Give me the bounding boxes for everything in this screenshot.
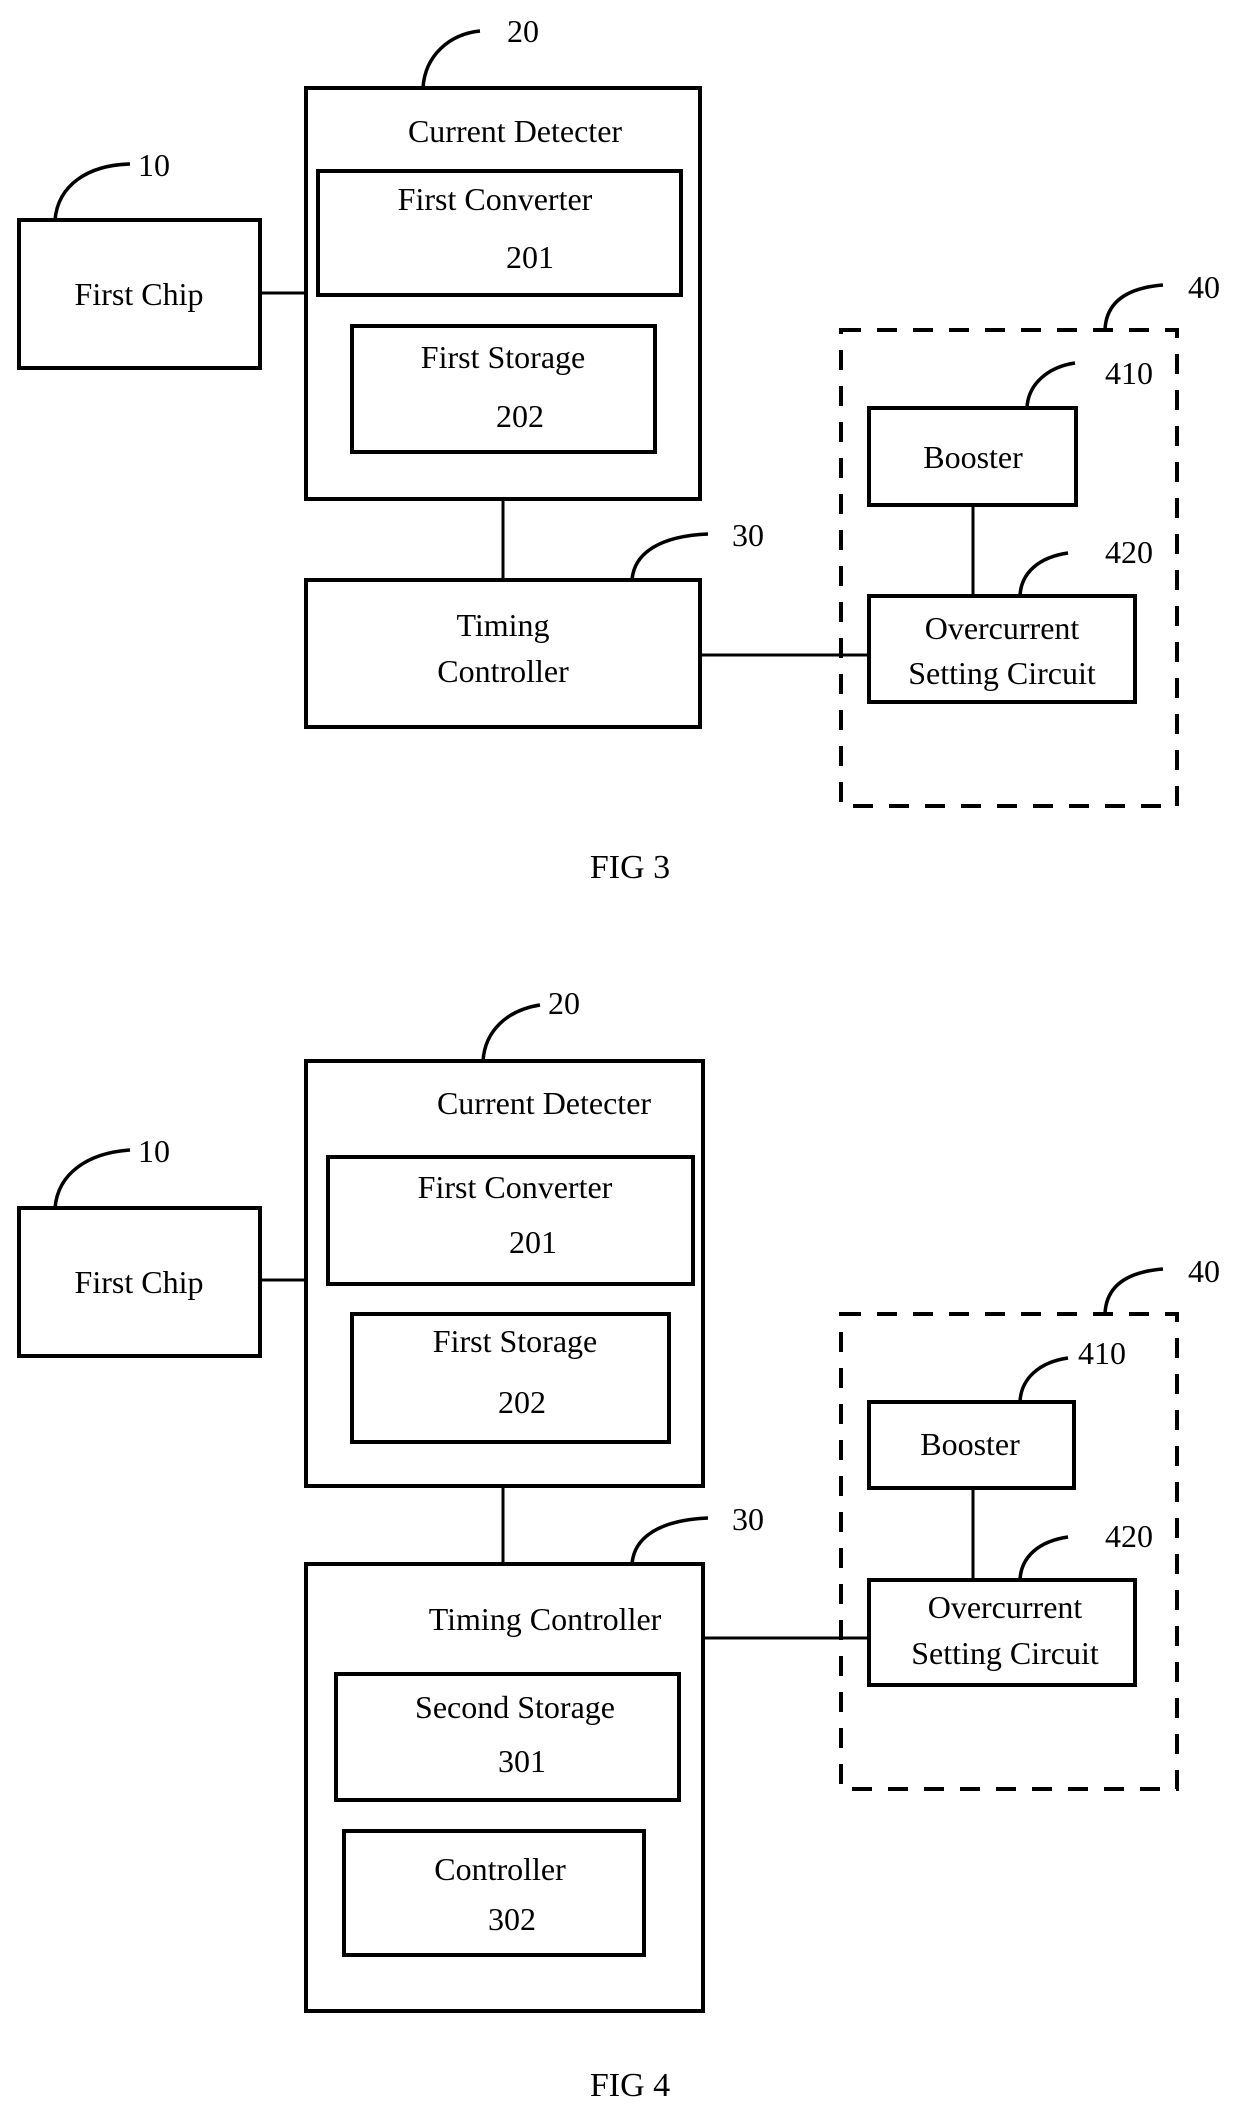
ref-numeral-10: 10 xyxy=(138,147,170,183)
ref-numeral-10: 10 xyxy=(138,1133,170,1169)
leader-line-20 xyxy=(481,1003,541,1062)
leader-line-410 xyxy=(1018,1356,1069,1403)
ref-numeral-410: 410 xyxy=(1105,355,1153,391)
timing-controller-label-line1: Timing xyxy=(456,607,549,643)
ref-numeral-40: 40 xyxy=(1188,1253,1220,1289)
figure-4: First Chip 10 Current Detecter 20 First … xyxy=(17,985,1220,2104)
controller-label: Controller xyxy=(434,1851,566,1887)
leader-line-40 xyxy=(1103,283,1164,331)
figure-3: First Chip 10 Current Detecter 20 First … xyxy=(17,13,1220,886)
first-converter-label: First Converter xyxy=(418,1169,613,1205)
timing-controller-label-line2: Controller xyxy=(437,653,569,689)
leader-line-10 xyxy=(53,162,131,221)
first-storage-label: First Storage xyxy=(433,1323,597,1359)
first-converter-ref: 201 xyxy=(506,239,554,275)
leader-line-410 xyxy=(1025,361,1076,409)
second-storage-label: Second Storage xyxy=(415,1689,615,1725)
leader-line-420 xyxy=(1018,1535,1069,1581)
timing-controller-label: Timing Controller xyxy=(429,1601,662,1637)
overcurrent-label-line1: Overcurrent xyxy=(928,1589,1083,1625)
leader-line-420 xyxy=(1018,551,1069,597)
leader-line-30 xyxy=(630,1516,709,1565)
first-storage-ref: 202 xyxy=(498,1384,546,1420)
overcurrent-label-line2: Setting Circuit xyxy=(911,1635,1099,1671)
ref-numeral-40: 40 xyxy=(1188,269,1220,305)
ref-numeral-30: 30 xyxy=(732,1501,764,1537)
first-chip-label: First Chip xyxy=(75,276,204,312)
current-detector-label: Current Detecter xyxy=(408,113,622,149)
ref-numeral-20: 20 xyxy=(548,985,580,1021)
second-storage-ref: 301 xyxy=(498,1743,546,1779)
first-storage-ref: 202 xyxy=(496,398,544,434)
controller-ref: 302 xyxy=(488,1901,536,1937)
figure-caption: FIG 4 xyxy=(590,2067,670,2104)
leader-line-10 xyxy=(53,1148,131,1209)
patent-drawing: First Chip 10 Current Detecter 20 First … xyxy=(17,13,1220,2104)
ref-numeral-420: 420 xyxy=(1105,534,1153,570)
ref-numeral-20: 20 xyxy=(507,13,539,49)
ref-numeral-30: 30 xyxy=(732,517,764,553)
leader-line-30 xyxy=(630,532,709,581)
leader-line-20 xyxy=(421,29,481,89)
booster-label: Booster xyxy=(920,1426,1020,1462)
figure-caption: FIG 3 xyxy=(590,849,670,886)
first-converter-ref: 201 xyxy=(509,1224,557,1260)
ref-numeral-410: 410 xyxy=(1078,1335,1126,1371)
overcurrent-label-line2: Setting Circuit xyxy=(908,655,1096,691)
current-detector-label: Current Detecter xyxy=(437,1085,651,1121)
first-chip-label: First Chip xyxy=(75,1264,204,1300)
overcurrent-label-line1: Overcurrent xyxy=(925,610,1080,646)
first-storage-label: First Storage xyxy=(421,339,585,375)
ref-numeral-420: 420 xyxy=(1105,1518,1153,1554)
first-converter-label: First Converter xyxy=(398,181,593,217)
leader-line-40 xyxy=(1103,1267,1164,1315)
booster-label: Booster xyxy=(923,439,1023,475)
